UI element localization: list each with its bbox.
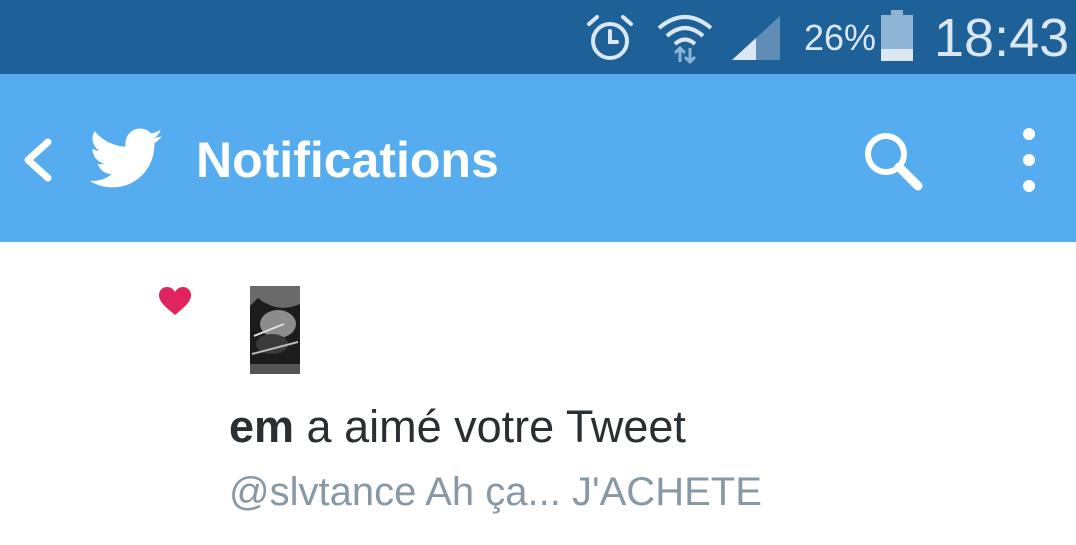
- battery-percent: 26%: [804, 17, 877, 58]
- battery-icon: [881, 10, 913, 61]
- signal-icon: [732, 16, 780, 60]
- notification-username[interactable]: em: [229, 401, 294, 452]
- app-bar: Notifications: [0, 74, 1076, 242]
- tweet-snippet[interactable]: @slvtance Ah ça... J'ACHETE: [229, 468, 762, 516]
- overflow-menu-icon[interactable]: [1006, 124, 1052, 196]
- twitter-logo[interactable]: [90, 128, 164, 190]
- notification-action: a aimé votre Tweet: [294, 401, 686, 452]
- search-icon[interactable]: [858, 128, 930, 194]
- notification-item[interactable]: em a aimé votre Tweet @slvtance Ah ça...…: [0, 242, 1076, 545]
- back-icon[interactable]: [12, 132, 62, 188]
- wifi-icon: [657, 15, 713, 64]
- avatar[interactable]: [248, 284, 302, 376]
- page-title: Notifications: [196, 132, 499, 188]
- heart-icon: [159, 287, 191, 315]
- clock: 18:43: [934, 8, 1070, 68]
- notification-text: em a aimé votre Tweet: [229, 400, 686, 454]
- alarm-icon: [587, 15, 633, 60]
- status-bar: 26% 18:43: [0, 0, 1076, 74]
